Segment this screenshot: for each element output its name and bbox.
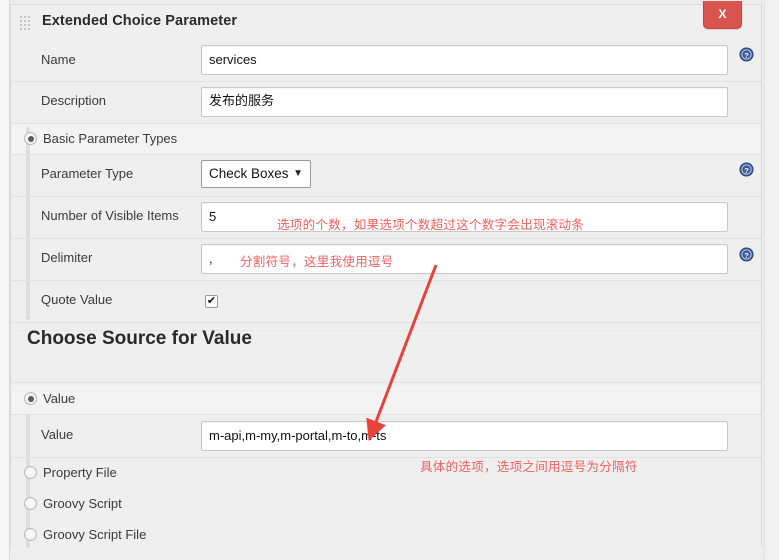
- number-of-visible-items-label: Number of Visible Items: [41, 208, 179, 223]
- drag-grip-icon[interactable]: [20, 16, 34, 32]
- radio-source-groovy-script-file[interactable]: [24, 528, 37, 541]
- right-gutter: [764, 0, 779, 560]
- delimiter-label: Delimiter: [41, 250, 93, 265]
- source-option-label-property-file: Property File: [43, 465, 117, 480]
- chevron-down-icon: ▼: [293, 168, 303, 179]
- value-label: Value: [41, 427, 74, 442]
- description-input[interactable]: 发布的服务: [201, 87, 728, 117]
- parameter-type-select[interactable]: Check Boxes ▼: [201, 160, 311, 188]
- divider-above-value-radio: [11, 382, 761, 383]
- description-label: Description: [41, 93, 107, 108]
- quote-value-checkbox[interactable]: ✔: [205, 295, 218, 308]
- radio-source-groovy-script[interactable]: [24, 497, 37, 510]
- divider-after-visible-items: [11, 238, 761, 239]
- radio-source-property-file[interactable]: [24, 466, 37, 479]
- panel-bottom-fill: [10, 546, 762, 560]
- name-input[interactable]: services: [201, 45, 728, 75]
- close-button[interactable]: X: [703, 1, 742, 29]
- source-option-label-groovy-script-file: Groovy Script File: [43, 527, 147, 542]
- svg-text:?: ?: [744, 251, 749, 260]
- value-input[interactable]: m-api,m-my,m-portal,m-to,m-ts: [201, 421, 728, 451]
- divider-after-value: [11, 457, 761, 458]
- basic-parameter-types-label: Basic Parameter Types: [43, 131, 178, 146]
- value-source-stripe: [12, 385, 760, 414]
- divider-after-name: [11, 81, 761, 82]
- source-option-label-value: Value: [43, 391, 76, 406]
- divider-after-delimiter: [11, 280, 761, 281]
- name-label: Name: [41, 52, 76, 67]
- divider-under-basic-types: [11, 154, 761, 155]
- help-icon-parameter-type[interactable]: ?: [739, 162, 754, 177]
- parameter-type-value: Check Boxes: [209, 166, 289, 181]
- svg-text:?: ?: [744, 166, 749, 175]
- left-gutter: [0, 0, 10, 560]
- annotation-visible-items: 选项的个数，如果选项个数超过这个数字会出现滚动条: [277, 217, 585, 232]
- divider-after-parameter-type: [11, 196, 761, 197]
- basic-types-group-bar: [26, 127, 30, 320]
- page-title: Extended Choice Parameter: [42, 13, 238, 29]
- help-icon-name[interactable]: ?: [739, 47, 754, 62]
- annotation-value: 具体的选项，选项之间用逗号为分隔符: [420, 459, 638, 474]
- quote-value-label: Quote Value: [41, 292, 113, 307]
- panel-header: Extended Choice Parameter X: [10, 1, 762, 38]
- parameter-type-label: Parameter Type: [41, 166, 134, 181]
- help-icon-delimiter[interactable]: ?: [739, 247, 754, 262]
- extended-choice-parameter-panel: Extended Choice Parameter X Name service…: [0, 0, 779, 560]
- divider-after-quote-value: [11, 322, 761, 323]
- radio-basic-parameter-types[interactable]: [24, 132, 37, 145]
- svg-text:?: ?: [744, 51, 749, 60]
- divider-under-value-radio: [11, 414, 761, 415]
- source-option-label-groovy-script: Groovy Script: [43, 496, 122, 511]
- section-title-choose-source: Choose Source for Value: [27, 328, 252, 349]
- radio-source-value[interactable]: [24, 392, 37, 405]
- annotation-delimiter: 分割符号，这里我使用逗号: [240, 254, 394, 269]
